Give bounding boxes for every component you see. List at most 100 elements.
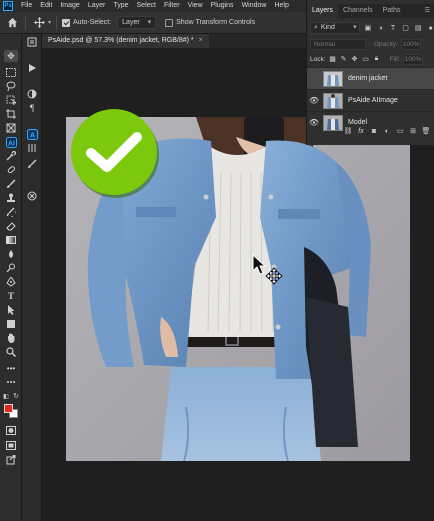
lock-image-icon[interactable]: ✎ — [340, 55, 348, 63]
tab-layers[interactable]: Layers — [307, 4, 339, 18]
rectangle-tool-icon[interactable] — [4, 318, 18, 330]
blend-mode-dropdown[interactable]: Normal — [310, 38, 366, 50]
tools-panel: ✥ AI T ••• ◧ ↻ — [0, 34, 22, 521]
menu-file[interactable]: File — [17, 0, 36, 12]
menu-image[interactable]: Image — [56, 0, 83, 12]
menu-filter[interactable]: Filter — [160, 0, 184, 12]
brush-tool-icon[interactable] — [4, 178, 18, 190]
eye-icon[interactable]: 👁︎ — [307, 96, 321, 105]
new-group-icon[interactable]: ▭ — [395, 126, 405, 136]
link-layers-icon[interactable]: ⛓︎ — [343, 126, 353, 136]
chevron-down-icon[interactable]: ▾ — [48, 19, 51, 26]
crop-tool-icon[interactable] — [4, 108, 18, 120]
show-transform-controls-label: Show Transform Controls — [176, 19, 256, 26]
adjustments-panel-icon[interactable] — [25, 88, 39, 100]
edit-toolbar-icon[interactable] — [4, 376, 18, 388]
secondary-panel-dock: ¶ A — [22, 34, 42, 521]
tab-channels[interactable]: Channels — [338, 4, 378, 18]
layer-name: denim jacket — [348, 75, 388, 82]
lock-position-icon[interactable]: ✥ — [351, 55, 359, 63]
panel-menu-icon[interactable]: ☰ — [425, 7, 430, 14]
close-icon[interactable]: × — [199, 34, 203, 48]
menu-plugins[interactable]: Plugins — [207, 0, 238, 12]
artboard-export-icon[interactable] — [4, 454, 18, 466]
filter-type-icon[interactable]: T — [389, 24, 398, 33]
options-bar: ▾ Auto-Select: Layer ▾ Show Transform Co… — [0, 12, 306, 34]
move-tool-icon[interactable]: ✥ — [4, 50, 18, 62]
delete-layer-icon[interactable]: 🗑︎ — [421, 126, 431, 136]
clone-stamp-tool-icon[interactable] — [4, 192, 18, 204]
filter-kind-dropdown[interactable]: ⌕ Kind ▾ — [310, 22, 360, 34]
eyedropper-tool-icon[interactable] — [4, 150, 18, 162]
document-tab-title: PsAide.psd @ 57.3% (denim jacket, RGB/8#… — [48, 37, 194, 44]
home-icon[interactable] — [4, 15, 20, 31]
document-tab[interactable]: PsAide.psd @ 57.3% (denim jacket, RGB/8#… — [42, 34, 209, 48]
healing-brush-tool-icon[interactable] — [4, 164, 18, 176]
default-colors-icon[interactable]: ◧ — [2, 390, 10, 402]
lasso-tool-icon[interactable] — [4, 80, 18, 92]
hand-tool-icon[interactable] — [4, 332, 18, 344]
frame-tool-icon[interactable] — [4, 122, 18, 134]
menu-window[interactable]: Window — [238, 0, 271, 12]
gradient-tool-icon[interactable] — [4, 234, 18, 246]
filter-adjustment-icon[interactable]: ◑ — [376, 24, 385, 33]
layer-row-denim-jacket[interactable]: denim jacket — [307, 67, 434, 89]
photoshop-logo[interactable]: Ps — [3, 1, 13, 11]
ai-generate-tool-icon[interactable]: AI — [4, 136, 18, 148]
quick-mask-icon[interactable] — [4, 424, 18, 436]
blur-tool-icon[interactable] — [4, 248, 18, 260]
move-tool-icon[interactable] — [31, 15, 47, 31]
dodge-tool-icon[interactable] — [4, 262, 18, 274]
menu-edit[interactable]: Edit — [36, 0, 56, 12]
type-tool-icon[interactable]: T — [4, 290, 18, 302]
pen-tool-icon[interactable] — [4, 276, 18, 288]
filter-smart-object-icon[interactable]: ▤ — [414, 24, 423, 33]
lock-transparent-icon[interactable]: ▦ — [329, 55, 337, 63]
show-transform-controls-checkbox[interactable]: Show Transform Controls — [165, 18, 256, 27]
add-mask-icon[interactable]: ◙ — [369, 126, 379, 136]
filter-pixel-icon[interactable]: ▣ — [364, 24, 373, 33]
layers-panel: Layers Channels Paths ☰ ⌕ Kind ▾ ▣ ◑ T ▢… — [306, 0, 434, 145]
play-action-icon[interactable] — [25, 62, 39, 74]
tab-paths[interactable]: Paths — [378, 4, 406, 18]
chevron-down-icon: ▾ — [147, 19, 152, 26]
clone-source-icon[interactable] — [25, 190, 39, 202]
history-panel-icon[interactable] — [25, 36, 39, 48]
opacity-input[interactable]: 100% — [400, 38, 421, 50]
eraser-tool-icon[interactable] — [4, 220, 18, 232]
menu-type[interactable]: Type — [109, 0, 132, 12]
filter-toggle-icon[interactable]: ● — [426, 24, 434, 33]
layer-style-icon[interactable]: fx — [356, 126, 366, 136]
checkbox-unchecked-icon[interactable] — [165, 18, 174, 27]
marquee-tool-icon[interactable] — [4, 66, 18, 78]
menu-select[interactable]: Select — [133, 0, 160, 12]
checkbox-checked-icon[interactable] — [62, 18, 71, 27]
fill-input[interactable]: 100% — [402, 53, 423, 65]
auto-select-checkbox[interactable]: Auto-Select: — [62, 18, 111, 27]
glyphs-panel-icon[interactable] — [25, 142, 39, 154]
adjustment-layer-icon[interactable]: ◐ — [382, 126, 392, 136]
layer-row-psaide-aiimage[interactable]: 👁︎ PsAide AIImage — [307, 89, 434, 111]
foreground-color-swatch[interactable] — [4, 404, 13, 413]
lock-all-icon[interactable]: 🔒︎ — [373, 55, 381, 63]
object-selection-tool-icon[interactable] — [4, 94, 18, 106]
character-panel-icon[interactable]: A — [25, 128, 39, 140]
new-layer-icon[interactable]: ⊞ — [408, 126, 418, 136]
zoom-tool-icon[interactable] — [4, 346, 18, 358]
menu-layer[interactable]: Layer — [84, 0, 110, 12]
menu-help[interactable]: Help — [270, 0, 292, 12]
auto-select-target-dropdown[interactable]: Layer ▾ — [117, 16, 157, 29]
lock-artboard-icon[interactable]: ▭ — [362, 55, 370, 63]
color-swatches[interactable] — [4, 404, 18, 418]
history-brush-tool-icon[interactable] — [4, 206, 18, 218]
brush-settings-icon[interactable] — [25, 158, 39, 170]
swap-colors-icon[interactable]: ↻ — [12, 390, 20, 402]
document-tab-bar: PsAide.psd @ 57.3% (denim jacket, RGB/8#… — [42, 34, 306, 48]
separator — [56, 15, 58, 30]
menu-view[interactable]: View — [184, 0, 207, 12]
filter-shape-icon[interactable]: ▢ — [401, 24, 410, 33]
screen-mode-icon[interactable] — [4, 439, 18, 451]
more-tools-icon[interactable]: ••• — [4, 362, 18, 374]
path-selection-tool-icon[interactable] — [4, 304, 18, 316]
paragraph-panel-icon[interactable]: ¶ — [25, 102, 39, 114]
